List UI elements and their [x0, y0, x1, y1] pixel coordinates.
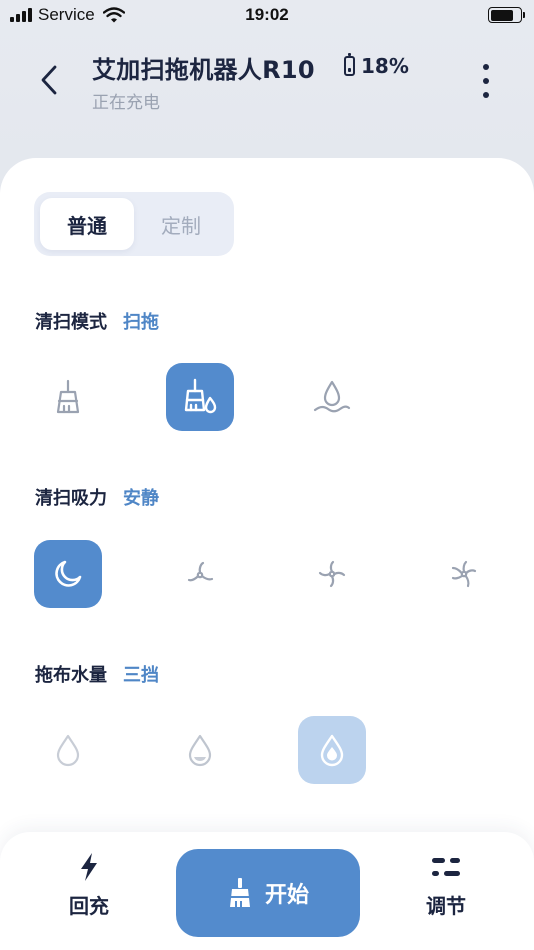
- header: 艾加扫拖机器人R10 18% 正在充电: [0, 40, 534, 130]
- status-bar: Service 19:02: [0, 0, 534, 30]
- adjust-label: 调节: [426, 894, 466, 918]
- status-battery-icon: [488, 7, 525, 23]
- lightning-icon: [81, 853, 97, 881]
- clean-mode-name: 清扫模式: [35, 312, 107, 333]
- status-time: 19:02: [245, 5, 289, 24]
- sliders-icon: [432, 858, 460, 876]
- clean-mode-label: 清扫模式 扫拖: [35, 308, 159, 334]
- moon-icon: [55, 560, 82, 587]
- clean-mode-options: [34, 363, 500, 433]
- recharge-label: 回充: [69, 894, 109, 918]
- water-name: 拖布水量: [35, 665, 107, 686]
- mop-icon: [313, 380, 351, 413]
- drop-low-icon: [56, 734, 80, 767]
- suction-value: 安静: [123, 488, 159, 509]
- clean-mode-sweep-option[interactable]: [34, 363, 102, 431]
- sweep-mop-icon: [184, 378, 217, 414]
- start-label: 开始: [264, 883, 309, 908]
- tab-normal[interactable]: 普通: [40, 198, 134, 250]
- suction-strong-option[interactable]: [298, 540, 366, 608]
- fan-high-icon: [451, 560, 477, 588]
- device-status: 正在充电: [92, 93, 160, 113]
- water-high-option[interactable]: [298, 716, 366, 784]
- clean-mode-value: 扫拖: [123, 312, 159, 333]
- clean-mode-mop-option[interactable]: [298, 363, 366, 431]
- drop-high-icon: [320, 734, 344, 767]
- start-button[interactable]: 开始: [176, 849, 360, 937]
- broom-icon: [229, 878, 250, 907]
- suction-quiet-option[interactable]: [34, 540, 102, 608]
- water-options: [34, 716, 500, 786]
- broom-icon: [56, 379, 80, 414]
- tab-custom[interactable]: 定制: [134, 198, 228, 250]
- battery-icon: [344, 53, 355, 76]
- adjust-button[interactable]: 调节: [396, 852, 496, 919]
- more-dots-icon: [483, 64, 489, 70]
- water-value: 三挡: [123, 665, 159, 686]
- suction-label: 清扫吸力 安静: [35, 484, 159, 510]
- more-button[interactable]: [474, 64, 498, 98]
- recharge-button[interactable]: 回充: [39, 852, 139, 919]
- water-medium-option[interactable]: [166, 716, 234, 784]
- mode-tabs: 普通 定制: [34, 192, 234, 256]
- drop-medium-icon: [188, 734, 212, 767]
- back-button[interactable]: [34, 62, 64, 98]
- device-title: 艾加扫拖机器人R10: [92, 56, 315, 84]
- fan-low-icon: [187, 561, 214, 582]
- suction-standard-option[interactable]: [166, 540, 234, 608]
- battery-info: 18%: [344, 53, 409, 78]
- fan-medium-icon: [318, 560, 346, 588]
- suction-options: [34, 540, 500, 610]
- suction-max-option[interactable]: [430, 540, 498, 608]
- water-low-option[interactable]: [34, 716, 102, 784]
- suction-name: 清扫吸力: [35, 488, 107, 509]
- chevron-left-icon: [41, 65, 57, 95]
- battery-percentage: 18%: [361, 54, 409, 78]
- clean-mode-sweep-mop-option[interactable]: [166, 363, 234, 431]
- bottom-action-bar: 回充 开始 调节: [0, 832, 534, 950]
- water-label: 拖布水量 三挡: [35, 661, 159, 687]
